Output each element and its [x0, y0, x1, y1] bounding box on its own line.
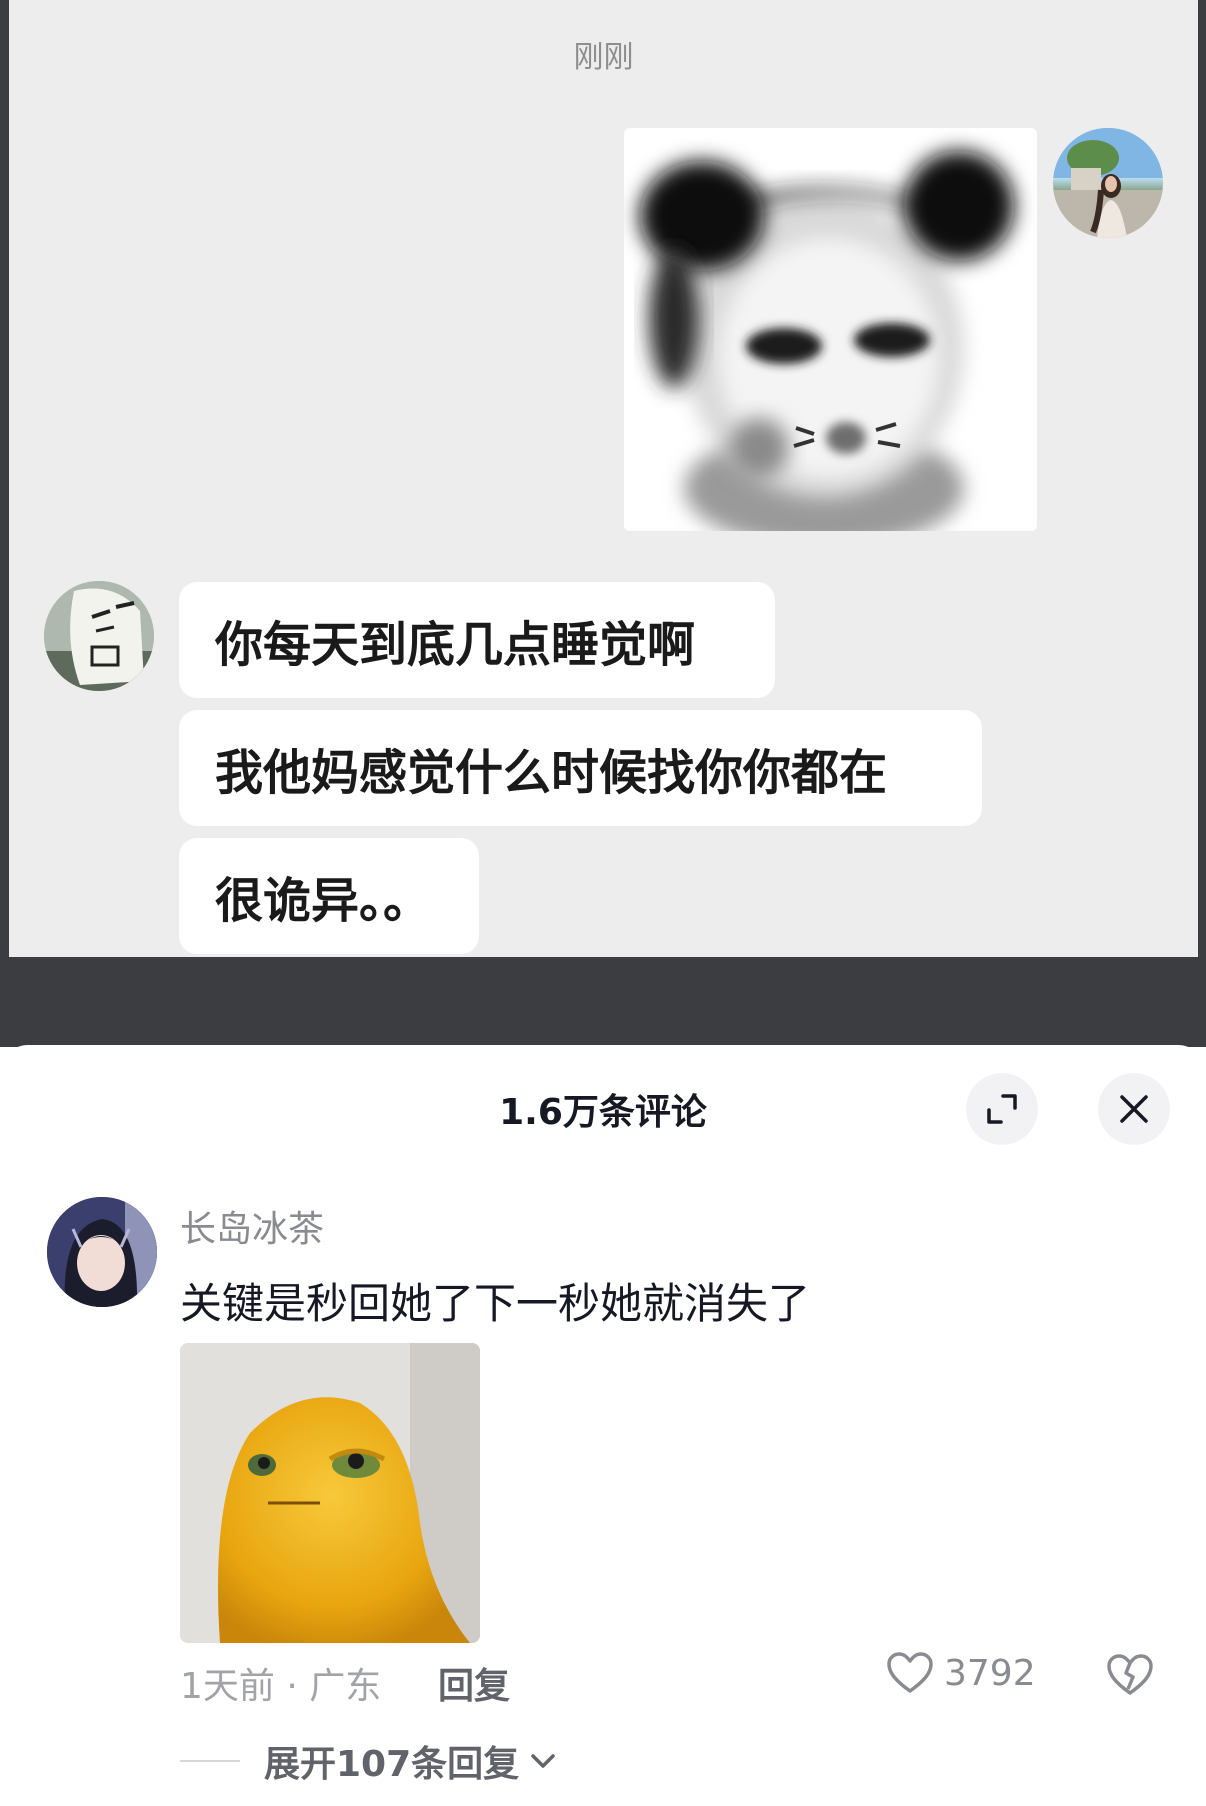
- chat-message-text: 我他妈感觉什么时候找你你都在: [215, 745, 888, 801]
- broken-heart-icon: [1107, 1654, 1153, 1695]
- expand-replies-button[interactable]: 展开107条回复: [264, 1735, 557, 1787]
- sender-avatar-art: [1053, 128, 1163, 238]
- close-icon: [1120, 1095, 1148, 1123]
- receiver-avatar-art: [44, 581, 154, 691]
- chat-message-bubble: 我他妈感觉什么时候找你你都在: [179, 710, 982, 826]
- chat-message-bubble: 很诡异。。: [179, 838, 479, 954]
- commenter-avatar[interactable]: [47, 1197, 157, 1307]
- expand-icon: [987, 1094, 1017, 1124]
- receiver-avatar: [44, 581, 154, 691]
- page: 刚刚 你每天到底几点睡觉啊 我他妈感觉什么时候找你你都在 很诡异。。 1.6万条…: [0, 0, 1206, 1806]
- expand-replies-label: 展开107条回复: [264, 1744, 520, 1785]
- dislike-button[interactable]: [1106, 1653, 1154, 1701]
- comment-text: 关键是秒回她了下一秒她就消失了: [180, 1279, 811, 1328]
- heart-icon: [887, 1652, 933, 1693]
- chat-message-bubble: 你每天到底几点睡觉啊: [179, 582, 775, 698]
- replies-divider: [180, 1760, 240, 1762]
- expand-button[interactable]: [966, 1073, 1038, 1145]
- yellow-creature-art: [180, 1343, 480, 1643]
- sender-avatar: [1053, 128, 1163, 238]
- commenter-avatar-art: [47, 1197, 157, 1307]
- comment-meta: 1天前 · 广东: [180, 1666, 382, 1707]
- panda-sticker-art: [624, 128, 1037, 531]
- chat-screenshot-inner: 刚刚 你每天到底几点睡觉啊 我他妈感觉什么时候找你你都在 很诡异。。: [9, 0, 1198, 957]
- chat-screenshot: 刚刚 你每天到底几点睡觉啊 我他妈感觉什么时候找你你都在 很诡异。。: [0, 0, 1206, 1047]
- like-count: 3792: [944, 1652, 1036, 1694]
- close-button[interactable]: [1098, 1073, 1170, 1145]
- chat-message-text: 你每天到底几点睡觉啊: [215, 617, 696, 673]
- commenter-username[interactable]: 长岛冰茶: [180, 1200, 324, 1252]
- comment-image[interactable]: [180, 1343, 480, 1643]
- like-button[interactable]: 3792: [886, 1651, 1036, 1695]
- chat-timestamp: 刚刚: [573, 40, 634, 75]
- panda-sticker-image[interactable]: [624, 128, 1037, 531]
- reply-button[interactable]: 回复: [438, 1657, 510, 1709]
- comments-sheet: 1.6万条评论 长岛冰茶 关键是秒回她了下一秒她就消失了 1天前 · 广东 回复…: [0, 1045, 1206, 1806]
- chevron-down-icon: [531, 1754, 555, 1768]
- chat-message-text: 很诡异。。: [215, 873, 432, 929]
